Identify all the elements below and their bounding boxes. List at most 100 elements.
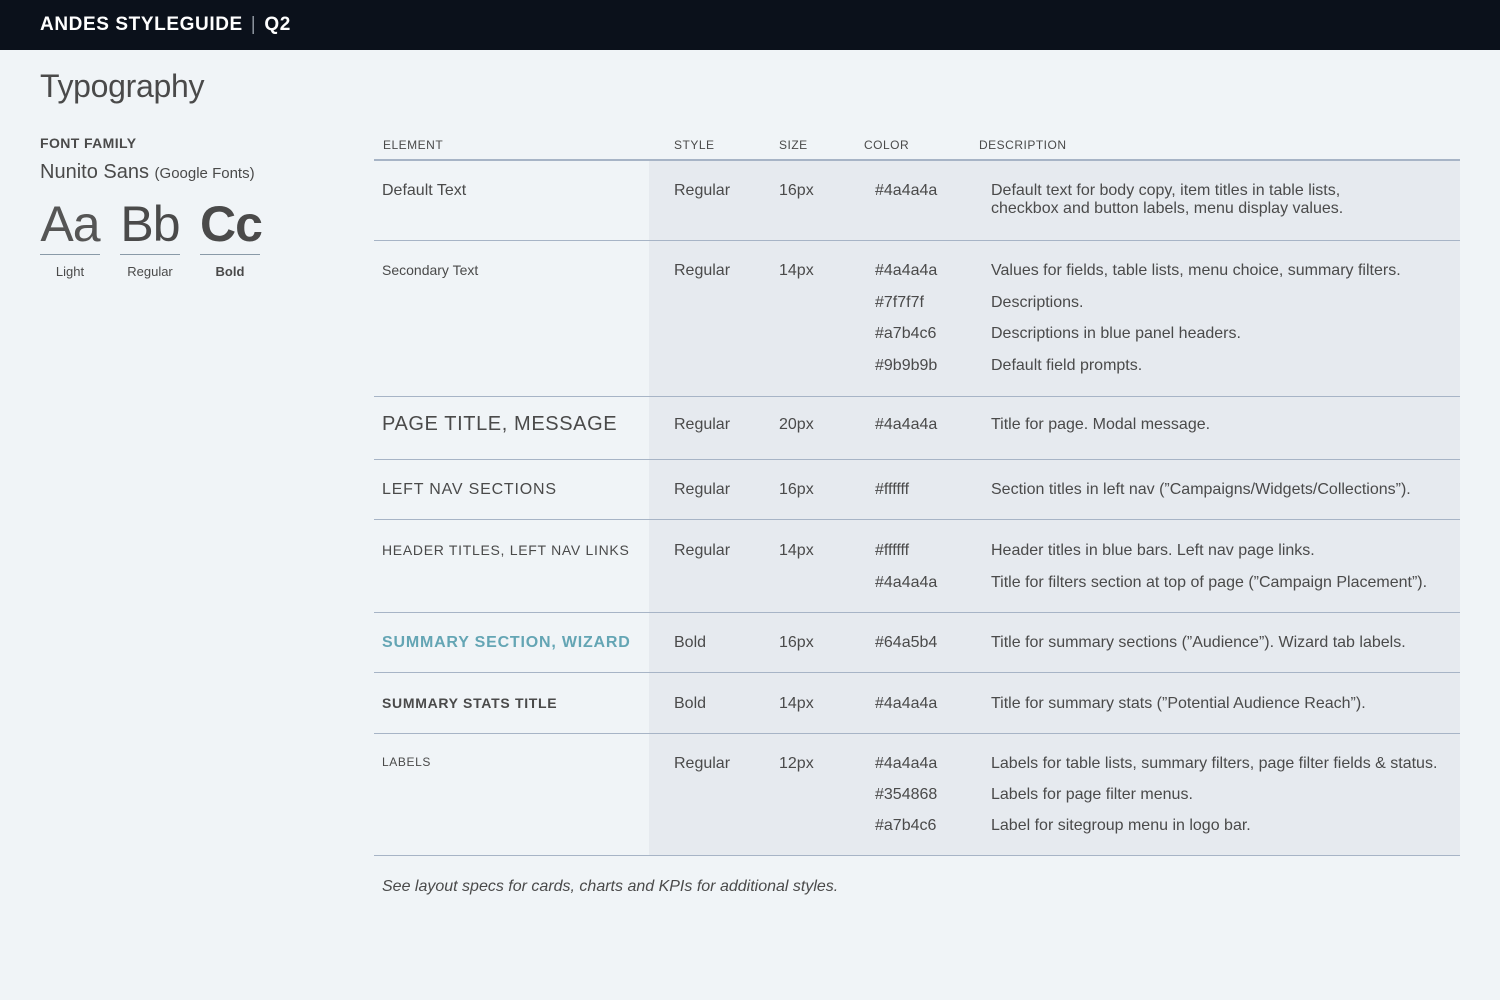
row-style: Regular [674, 481, 731, 498]
row-size: 14px [779, 542, 814, 559]
color-hex: #9b9b9b [875, 357, 938, 375]
color-hex: #a7b4c6 [875, 325, 937, 343]
color-entry: #354868 Labels for page filter menus. [875, 786, 1460, 817]
row-style: Bold [674, 634, 707, 651]
color-entry: #4a4a4a Title for filters section at top … [875, 574, 1460, 606]
row-element-name: SUMMARY SECTION, WIZARD [382, 634, 631, 651]
row-element-name: Secondary Text [382, 262, 479, 278]
font-family-name: Nunito Sans (Google Fonts) [40, 161, 255, 184]
color-description: Section titles in left nav (”Campaigns/W… [991, 481, 1411, 498]
table-row: PAGE TITLE, MESSAGE Regular 20px #4a4a4a Tit… [374, 397, 1460, 460]
table-body: Default Text Regular 16px #4a4a4a Default te… [374, 161, 1460, 856]
header-style: STYLE [674, 137, 715, 152]
color-description: Title for page. Modal message. [991, 416, 1211, 433]
color-description: Descriptions in blue panel headers. [991, 325, 1241, 343]
color-hex: #4a4a4a [875, 755, 938, 772]
color-entry: #4a4a4a Title for page. Modal message. [875, 416, 1460, 440]
header-element: ELEMENT [383, 137, 444, 152]
color-entry: #4a4a4a Labels for table lists, summary f… [875, 755, 1460, 786]
color-hex: #4a4a4a [875, 182, 938, 199]
color-entry: #ffffff Section titles in left nav (”Camp… [875, 481, 1460, 501]
color-hex: #4a4a4a [875, 416, 938, 433]
header-description: DESCRIPTION [979, 137, 1067, 152]
sample-caption: Light [55, 264, 85, 279]
color-description: Values for fields, table lists, menu cho… [991, 262, 1401, 279]
table-row: Default Text Regular 16px #4a4a4a Default te… [374, 161, 1460, 241]
sample-bold: Cc Bold [200, 196, 263, 279]
color-description: Title for summary sections (”Audience”).… [991, 634, 1406, 651]
row-color-descriptions: #ffffff Header titles in blue bars. Left … [875, 542, 1460, 612]
color-hex: #4a4a4a [875, 262, 938, 279]
color-entry: #a7b4c6 Label for sitegroup menu in logo … [875, 817, 1460, 848]
row-size: 16px [779, 182, 814, 199]
row-color-descriptions: #4a4a4a Default text for body copy, item … [875, 182, 1460, 240]
font-family-label: FONT FAMILY [40, 135, 137, 151]
quarter-label: Q2 [264, 14, 291, 35]
row-style: Regular [674, 262, 731, 279]
row-size: 16px [779, 634, 814, 651]
header-color: COLOR [864, 137, 910, 152]
color-description: Labels for page filter menus. [991, 786, 1193, 803]
color-description: Title for summary stats (”Potential Audi… [991, 695, 1366, 712]
row-style: Regular [674, 182, 731, 199]
row-color-descriptions: #64a5b4 Title for summary sections (”Audi… [875, 634, 1460, 672]
table-row: SUMMARY SECTION, WIZARD Bold 16px #64a5b4 Ti… [374, 613, 1460, 673]
sample-glyph: Cc [200, 196, 263, 255]
color-entry: #4a4a4a Title for summary stats (”Potenti… [875, 695, 1460, 715]
header-size: SIZE [779, 137, 808, 152]
row-style: Regular [674, 416, 731, 433]
table-row: Secondary Text Regular 14px #4a4a4a Values f… [374, 241, 1460, 397]
row-color-descriptions: #ffffff Section titles in left nav (”Camp… [875, 481, 1460, 519]
row-size: 12px [779, 755, 814, 772]
color-hex: #a7b4c6 [875, 817, 937, 834]
color-description: Header titles in blue bars. Left nav pag… [991, 542, 1315, 559]
row-color-descriptions: #4a4a4a Title for summary stats (”Potenti… [875, 695, 1460, 733]
color-description: Label for sitegroup menu in logo bar. [991, 817, 1251, 834]
sample-glyph: Bb [120, 196, 181, 255]
table-row: LEFT NAV SECTIONS Regular 16px #ffffff Secti… [374, 460, 1460, 520]
row-element-name: LEFT NAV SECTIONS [382, 481, 557, 498]
row-element-name: Default Text [382, 182, 467, 199]
row-element-name: HEADER TITLES, LEFT NAV LINKS [382, 542, 630, 558]
row-style: Regular [674, 542, 731, 559]
footnote: See layout specs for cards, charts and K… [382, 878, 839, 895]
font-weight-samples: Aa Light Bb Regular Cc Bold [40, 196, 263, 279]
row-color-descriptions: #4a4a4a Title for page. Modal message. [875, 416, 1460, 459]
header-color-description: COLOR DESCRIPTION [864, 138, 1449, 152]
sample-light: Aa Light [40, 196, 101, 279]
row-size: 14px [779, 262, 814, 279]
row-style: Regular [674, 755, 731, 772]
color-entry: #4a4a4a Values for fields, table lists, m… [875, 262, 1460, 294]
typography-table: ELEMENT STYLE SIZE COLOR DESCRIPTION Def… [374, 130, 1460, 856]
color-description: Default field prompts. [991, 357, 1143, 375]
row-color-descriptions: #4a4a4a Labels for table lists, summary f… [875, 755, 1460, 855]
color-entry: #9b9b9b Default field prompts. [875, 357, 1460, 389]
color-hex: #354868 [875, 786, 938, 803]
font-name: Nunito Sans [40, 161, 149, 183]
top-bar: ANDES STYLEGUIDE | Q2 [0, 0, 1500, 50]
table-row: SUMMARY STATS TITLE Bold 14px #4a4a4a Title … [374, 673, 1460, 734]
color-hex: #7f7f7f [875, 293, 924, 311]
sample-regular: Bb Regular [120, 196, 181, 279]
brand-title: ANDES STYLEGUIDE [40, 14, 243, 35]
row-element-name: LABELS [382, 755, 431, 769]
color-hex: #4a4a4a [875, 573, 938, 591]
row-element-name: SUMMARY STATS TITLE [382, 695, 558, 711]
color-description: Default text for body copy, item titles … [991, 182, 1344, 217]
color-description: Title for filters section at top of page… [991, 573, 1428, 591]
page-title: Typography [40, 68, 205, 104]
table-header: ELEMENT STYLE SIZE COLOR DESCRIPTION [374, 130, 1460, 161]
row-size: 14px [779, 695, 814, 712]
brand-separator: | [250, 14, 257, 35]
color-entry: #7f7f7f Descriptions. [875, 294, 1460, 326]
color-entry: #ffffff Header titles in blue bars. Left … [875, 542, 1460, 574]
color-hex: #4a4a4a [875, 695, 938, 712]
table-row: LABELS Regular 12px #4a4a4a Labels for table… [374, 734, 1460, 856]
color-hex: #64a5b4 [875, 634, 938, 651]
color-description: Labels for table lists, summary filters,… [991, 755, 1438, 772]
color-description: Descriptions. [991, 293, 1084, 311]
color-entry: #4a4a4a Default text for body copy, item … [875, 182, 1460, 218]
row-size: 20px [779, 416, 814, 433]
font-source: (Google Fonts) [154, 165, 255, 182]
row-size: 16px [779, 481, 814, 498]
